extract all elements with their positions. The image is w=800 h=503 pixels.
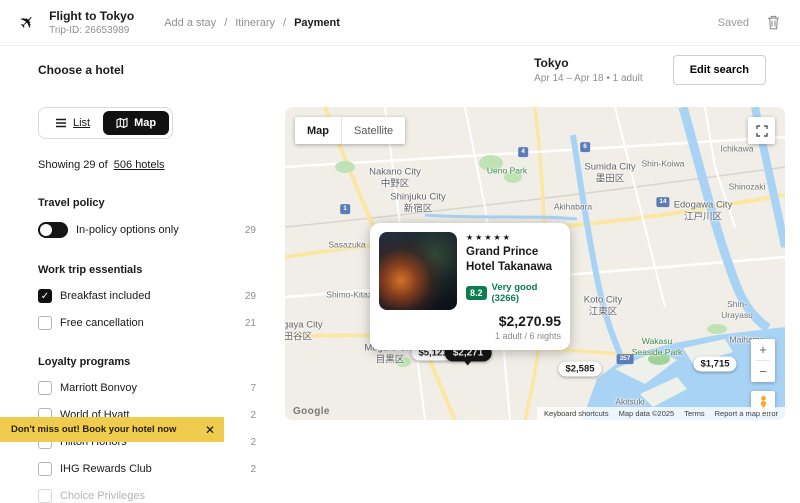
- section-loyalty: Loyalty programs: [38, 356, 256, 368]
- destination: Tokyo: [534, 56, 643, 70]
- filter-count: 21: [245, 318, 256, 329]
- in-policy-toggle[interactable]: [38, 222, 68, 238]
- checkbox[interactable]: [38, 381, 52, 395]
- trip-title: Flight to Tokyo: [49, 9, 134, 23]
- promo-text: Don't miss out! Book your hotel now: [11, 424, 176, 435]
- results-total-link[interactable]: 506 hotels: [114, 159, 165, 171]
- checkbox[interactable]: [38, 316, 52, 330]
- terms-link[interactable]: Terms: [684, 409, 704, 418]
- edit-search-button[interactable]: Edit search: [673, 55, 766, 85]
- in-policy-count: 29: [245, 225, 256, 236]
- hotel-stars: ★★★★★: [466, 233, 561, 242]
- results-count: Showing 29 of 506 hotels: [38, 159, 256, 171]
- route-badge: 357: [617, 354, 634, 364]
- hotel-popup-card[interactable]: ★★★★★ Grand Prince Hotel Takanawa 8.2 Ve…: [370, 223, 570, 350]
- checkbox-checked[interactable]: ✓: [38, 289, 52, 303]
- filter-label: Breakfast included: [60, 290, 151, 302]
- search-summary: Tokyo Apr 14 – Apr 18 • 1 adult: [534, 56, 643, 84]
- filter-in-policy[interactable]: In-policy options only 29: [38, 222, 256, 238]
- filters-sidebar: List Map Showing 29 of 506 hotels Travel…: [38, 107, 256, 503]
- keyboard-shortcuts-link[interactable]: Keyboard shortcuts: [544, 409, 609, 418]
- subheader: Choose a hotel Tokyo Apr 14 – Apr 18 • 1…: [38, 55, 766, 85]
- list-icon: [55, 118, 67, 128]
- map-data-label: Map data ©2025: [619, 409, 675, 418]
- breadcrumb-separator: /: [283, 17, 286, 29]
- rating-badge: 8.2: [466, 286, 487, 300]
- checkbox[interactable]: [38, 489, 52, 503]
- filter-count: 2: [250, 464, 256, 475]
- saved-status: Saved: [718, 17, 749, 29]
- breadcrumb-payment[interactable]: Payment: [294, 17, 340, 29]
- fullscreen-button[interactable]: [748, 117, 775, 144]
- google-logo: Google: [293, 406, 330, 417]
- section-travel-policy: Travel policy: [38, 197, 256, 209]
- map-view-button[interactable]: Map: [103, 111, 169, 135]
- top-header: ✈ Flight to Tokyo Trip-ID: 26653989 Add …: [0, 0, 800, 46]
- map-attribution: Keyboard shortcuts Map data ©2025 Terms …: [537, 407, 785, 420]
- zoom-out-button[interactable]: −: [759, 361, 767, 382]
- checkbox[interactable]: [38, 462, 52, 476]
- route-badge: 4: [518, 147, 528, 157]
- filter-label: IHG Rewards Club: [60, 463, 152, 475]
- map-type-control: Map Satellite: [295, 117, 405, 144]
- section-work-trip: Work trip essentials: [38, 264, 256, 276]
- route-badge: 6: [580, 142, 590, 152]
- date-guest-summary: Apr 14 – Apr 18 • 1 adult: [534, 73, 643, 84]
- breadcrumb-separator: /: [224, 17, 227, 29]
- filter-free-cancellation[interactable]: Free cancellation 21: [38, 316, 256, 330]
- map-canvas[interactable]: Nakano City 中野区 Shinjuku City 新宿区 Sumida…: [285, 107, 785, 420]
- promo-banner: Don't miss out! Book your hotel now ✕: [0, 417, 224, 442]
- trash-icon: [767, 15, 780, 30]
- filter-label: Choice Privileges: [60, 490, 145, 502]
- filter-count: 2: [250, 437, 256, 448]
- filter-count: 2: [250, 410, 256, 421]
- price-marker[interactable]: $1,715: [693, 357, 736, 372]
- map-icon: [116, 117, 128, 129]
- trip-info: Flight to Tokyo Trip-ID: 26653989: [49, 9, 134, 36]
- results-prefix: Showing 29 of: [38, 159, 108, 171]
- promo-close-button[interactable]: ✕: [205, 423, 215, 437]
- map-view-label: Map: [134, 117, 156, 129]
- map-type-satellite-button[interactable]: Satellite: [342, 117, 405, 144]
- airline-plane-icon: ✈: [15, 10, 41, 36]
- list-view-button[interactable]: List: [42, 111, 103, 135]
- fullscreen-icon: [756, 125, 768, 137]
- price-marker[interactable]: $2,585: [558, 362, 601, 377]
- filter-breakfast-included[interactable]: ✓ Breakfast included 29: [38, 289, 256, 303]
- hotel-name: Grand Prince Hotel Takanawa: [466, 245, 561, 275]
- breadcrumb-itinerary[interactable]: Itinerary: [235, 17, 275, 29]
- breadcrumb-add-a-stay[interactable]: Add a stay: [164, 17, 216, 29]
- breadcrumb: Add a stay / Itinerary / Payment: [164, 17, 340, 29]
- in-policy-label: In-policy options only: [76, 224, 179, 236]
- page-title: Choose a hotel: [38, 55, 124, 77]
- delete-trip-button[interactable]: [767, 15, 780, 30]
- filter-choice-privileges[interactable]: Choice Privileges: [38, 489, 256, 503]
- report-map-error-link[interactable]: Report a map error: [715, 409, 778, 418]
- map-type-map-button[interactable]: Map: [295, 117, 341, 144]
- filter-marriott-bonvoy[interactable]: Marriott Bonvoy 7: [38, 381, 256, 395]
- toggle-knob: [40, 224, 52, 236]
- view-toggle: List Map: [38, 107, 173, 139]
- hotel-photo: [379, 232, 457, 310]
- zoom-in-button[interactable]: +: [759, 339, 767, 360]
- zoom-control: + −: [751, 339, 775, 382]
- filter-count: 7: [250, 383, 256, 394]
- route-badge: 14: [656, 197, 669, 207]
- filter-count: 29: [245, 291, 256, 302]
- filter-label: Marriott Bonvoy: [60, 382, 137, 394]
- list-view-label: List: [73, 117, 90, 129]
- rating-label: Very good (3266): [492, 282, 561, 304]
- hotel-price: $2,270.95: [379, 313, 561, 329]
- hotel-stay-details: 1 adult / 6 nights: [379, 331, 561, 341]
- filter-ihg-rewards-club[interactable]: IHG Rewards Club 2: [38, 462, 256, 476]
- filter-label: Free cancellation: [60, 317, 144, 329]
- trip-id: Trip-ID: 26653989: [49, 25, 134, 36]
- route-badge: 1: [340, 204, 350, 214]
